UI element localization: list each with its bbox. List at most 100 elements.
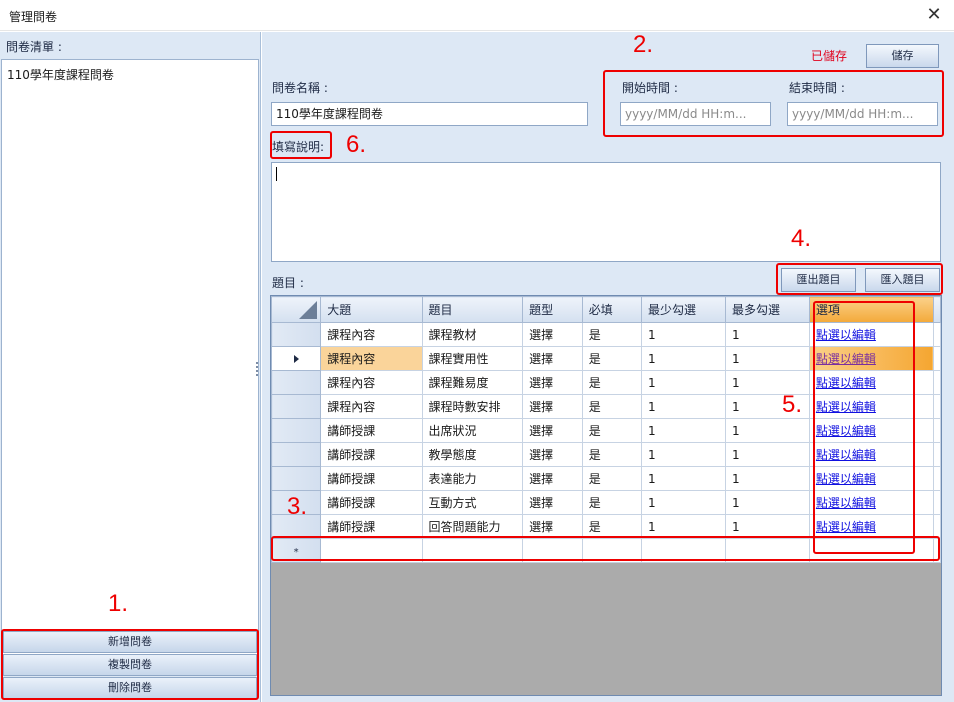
cell-section[interactable]: 講師授課 (320, 442, 423, 467)
cell-required[interactable]: 是 (581, 490, 643, 515)
edit-options-link[interactable]: 點選以編輯 (816, 472, 876, 486)
new-row-cell[interactable] (421, 538, 524, 563)
cell-type[interactable]: 選擇 (522, 346, 583, 371)
new-row-cell[interactable] (641, 538, 726, 563)
cell-max-select[interactable]: 1 (724, 418, 810, 443)
cell-min-select[interactable]: 1 (641, 346, 726, 371)
row-header[interactable] (271, 322, 322, 347)
cell-min-select[interactable]: 1 (641, 394, 726, 419)
cell-options[interactable]: 點選以編輯 (808, 346, 935, 371)
cell-options[interactable]: 點選以編輯 (808, 370, 935, 395)
new-row-cell[interactable] (581, 538, 643, 563)
edit-options-link[interactable]: 點選以編輯 (816, 376, 876, 390)
new-row[interactable]: * (271, 538, 941, 563)
cell-question[interactable]: 課程時數安排 (421, 394, 524, 419)
col-header-required[interactable]: 必填 (581, 296, 643, 323)
col-header-section[interactable]: 大題 (320, 296, 423, 323)
cell-min-select[interactable]: 1 (641, 466, 726, 491)
cell-section[interactable]: 課程內容 (320, 322, 423, 347)
cell-options[interactable]: 點選以編輯 (808, 514, 935, 539)
cell-required[interactable]: 是 (581, 370, 643, 395)
col-header-max-select[interactable]: 最多勾選 (724, 296, 810, 323)
cell-question[interactable]: 表達能力 (421, 466, 524, 491)
table-row[interactable]: 講師授課 互動方式 選擇是 1 1 點選以編輯 (271, 490, 941, 515)
edit-options-link[interactable]: 點選以編輯 (816, 448, 876, 462)
edit-options-link[interactable]: 點選以編輯 (816, 400, 876, 414)
cell-min-select[interactable]: 1 (641, 322, 726, 347)
cell-max-select[interactable]: 1 (724, 322, 810, 347)
row-header[interactable] (271, 370, 322, 395)
cell-type[interactable]: 選擇 (522, 370, 583, 395)
table-row[interactable]: 課程內容 課程教材 選擇是 1 1 點選以編輯 (271, 322, 941, 347)
close-icon[interactable]: ✕ (922, 3, 946, 27)
cell-type[interactable]: 選擇 (522, 322, 583, 347)
cell-max-select[interactable]: 1 (724, 466, 810, 491)
instructions-textarea[interactable] (271, 162, 941, 262)
cell-max-select[interactable]: 1 (724, 514, 810, 539)
cell-options[interactable]: 點選以編輯 (808, 418, 935, 443)
cell-options[interactable]: 點選以編輯 (808, 322, 935, 347)
survey-name-input[interactable]: 110學年度課程問卷 (271, 102, 588, 126)
cell-section[interactable]: 講師授課 (320, 490, 423, 515)
cell-min-select[interactable]: 1 (641, 370, 726, 395)
cell-options[interactable]: 點選以編輯 (808, 442, 935, 467)
survey-list-item[interactable]: 110學年度課程問卷 (7, 66, 114, 83)
cell-required[interactable]: 是 (581, 322, 643, 347)
row-header[interactable] (271, 442, 322, 467)
row-header[interactable] (271, 394, 322, 419)
cell-question[interactable]: 互動方式 (421, 490, 524, 515)
cell-type[interactable]: 選擇 (522, 442, 583, 467)
cell-max-select[interactable]: 1 (724, 490, 810, 515)
table-row[interactable]: 講師授課 回答問題能力 選擇是 1 1 點選以編輯 (271, 514, 941, 539)
table-row[interactable]: 課程內容 課程時數安排 選擇是 1 1 點選以編輯 (271, 394, 941, 419)
table-row[interactable]: 課程內容 課程難易度 選擇是 1 1 點選以編輯 (271, 370, 941, 395)
cell-required[interactable]: 是 (581, 514, 643, 539)
cell-min-select[interactable]: 1 (641, 514, 726, 539)
questions-grid[interactable]: 大題 題目 題型 必填 最少勾選 最多勾選 選項 課程內容 課程教材 選擇是 1 1 點選… (270, 295, 942, 696)
start-time-input[interactable]: yyyy/MM/dd HH:m... (620, 102, 771, 126)
cell-type[interactable]: 選擇 (522, 514, 583, 539)
save-button[interactable]: 儲存 (866, 44, 939, 68)
cell-type[interactable]: 選擇 (522, 394, 583, 419)
cell-section[interactable]: 講師授課 (320, 514, 423, 539)
new-row-header[interactable]: * (271, 538, 322, 563)
edit-options-link[interactable]: 點選以編輯 (816, 352, 876, 366)
cell-options[interactable]: 點選以編輯 (808, 490, 935, 515)
row-header[interactable] (271, 418, 322, 443)
table-row[interactable]: 講師授課 表達能力 選擇是 1 1 點選以編輯 (271, 466, 941, 491)
export-questions-button[interactable]: 匯出題目 (781, 268, 856, 292)
cell-min-select[interactable]: 1 (641, 442, 726, 467)
survey-list[interactable]: 110學年度課程問卷 (1, 59, 259, 659)
new-row-cell[interactable] (522, 538, 583, 563)
cell-required[interactable]: 是 (581, 442, 643, 467)
cell-type[interactable]: 選擇 (522, 490, 583, 515)
new-row-cell[interactable] (320, 538, 423, 563)
cell-question[interactable]: 課程難易度 (421, 370, 524, 395)
cell-min-select[interactable]: 1 (641, 418, 726, 443)
edit-options-link[interactable]: 點選以編輯 (816, 520, 876, 534)
row-header[interactable] (271, 346, 322, 371)
col-header-question[interactable]: 題目 (421, 296, 524, 323)
edit-options-link[interactable]: 點選以編輯 (816, 328, 876, 342)
cell-question[interactable]: 教學態度 (421, 442, 524, 467)
table-row[interactable]: 講師授課 出席狀況 選擇是 1 1 點選以編輯 (271, 418, 941, 443)
end-time-input[interactable]: yyyy/MM/dd HH:m... (787, 102, 938, 126)
table-row[interactable]: 課程內容 課程實用性 選擇是 1 1 點選以編輯 (271, 346, 941, 371)
delete-survey-button[interactable]: 刪除問卷 (3, 677, 257, 699)
cell-max-select[interactable]: 1 (724, 442, 810, 467)
add-survey-button[interactable]: 新增問卷 (3, 631, 257, 653)
cell-required[interactable]: 是 (581, 418, 643, 443)
edit-options-link[interactable]: 點選以編輯 (816, 496, 876, 510)
cell-section[interactable]: 課程內容 (320, 370, 423, 395)
copy-survey-button[interactable]: 複製問卷 (3, 654, 257, 676)
cell-question[interactable]: 回答問題能力 (421, 514, 524, 539)
cell-required[interactable]: 是 (581, 346, 643, 371)
cell-required[interactable]: 是 (581, 394, 643, 419)
cell-section[interactable]: 講師授課 (320, 466, 423, 491)
splitter-handle[interactable] (256, 362, 260, 376)
edit-options-link[interactable]: 點選以編輯 (816, 424, 876, 438)
cell-required[interactable]: 是 (581, 466, 643, 491)
new-row-cell[interactable] (724, 538, 810, 563)
cell-options[interactable]: 點選以編輯 (808, 394, 935, 419)
col-header-min-select[interactable]: 最少勾選 (641, 296, 726, 323)
